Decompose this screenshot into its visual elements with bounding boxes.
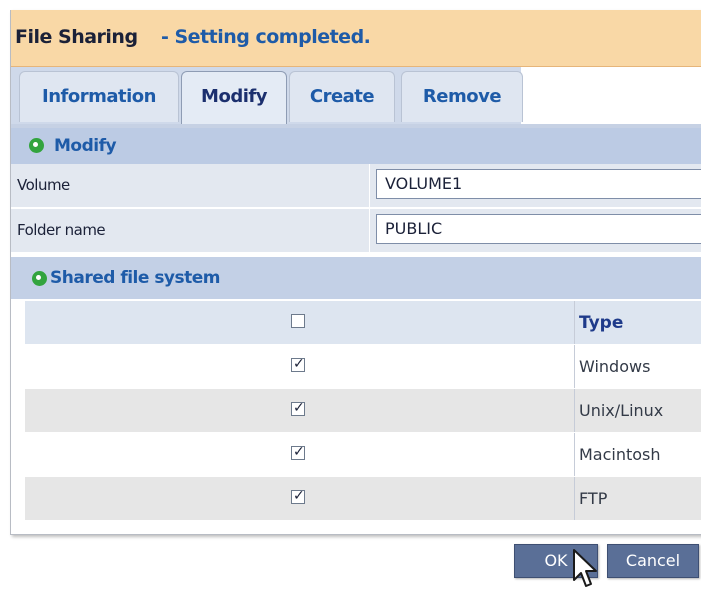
table-row: ✓ FTP (25, 477, 701, 520)
file-sharing-panel: File Sharing - Setting completed. Inform… (10, 10, 701, 535)
table-row: ✓ Unix/Linux (25, 389, 701, 432)
bullet-icon (29, 138, 44, 153)
table-row: ✓ Windows (25, 345, 701, 388)
unix-linux-checkbox[interactable]: ✓ (291, 400, 305, 416)
shared-section-title: Shared file system (50, 268, 221, 288)
tab-modify[interactable]: Modify (181, 71, 287, 130)
tab-information[interactable]: Information (19, 71, 179, 122)
folder-name-row: Folder name PUBLIC (11, 209, 701, 253)
macintosh-checkbox[interactable]: ✓ (291, 444, 305, 460)
volume-field[interactable]: VOLUME1 (376, 169, 701, 199)
check-icon: ✓ (293, 488, 305, 504)
check-icon: ✓ (293, 400, 305, 416)
windows-checkbox[interactable]: ✓ (291, 356, 305, 372)
folder-name-field[interactable]: PUBLIC (376, 214, 701, 244)
bullet-icon (32, 271, 47, 286)
check-icon: ✓ (293, 356, 305, 372)
type-windows: Windows (579, 357, 651, 376)
cancel-button[interactable]: Cancel (607, 544, 699, 578)
modify-section-title: Modify (54, 136, 117, 156)
table-header-row: Type (25, 301, 701, 344)
shared-section-header: Shared file system (11, 257, 701, 299)
select-all-checkbox[interactable] (291, 314, 305, 328)
ftp-checkbox[interactable]: ✓ (291, 488, 305, 504)
type-ftp: FTP (579, 489, 608, 508)
volume-row: Volume VOLUME1 (11, 164, 701, 208)
tab-create[interactable]: Create (289, 71, 395, 122)
type-column-header: Type (579, 313, 624, 333)
app-title: File Sharing (15, 26, 138, 48)
status-message: - Setting completed. (161, 26, 371, 48)
title-bar: File Sharing - Setting completed. (11, 10, 701, 67)
modify-section-header: Modify (11, 128, 701, 164)
table-row: ✓ Macintosh (25, 433, 701, 476)
tab-remove[interactable]: Remove (401, 71, 523, 122)
type-unix-linux: Unix/Linux (579, 401, 664, 420)
check-icon: ✓ (293, 444, 305, 460)
mouse-cursor-icon (573, 549, 597, 587)
volume-label: Volume (17, 176, 70, 194)
type-macintosh: Macintosh (579, 445, 661, 464)
folder-name-label: Folder name (17, 221, 106, 239)
